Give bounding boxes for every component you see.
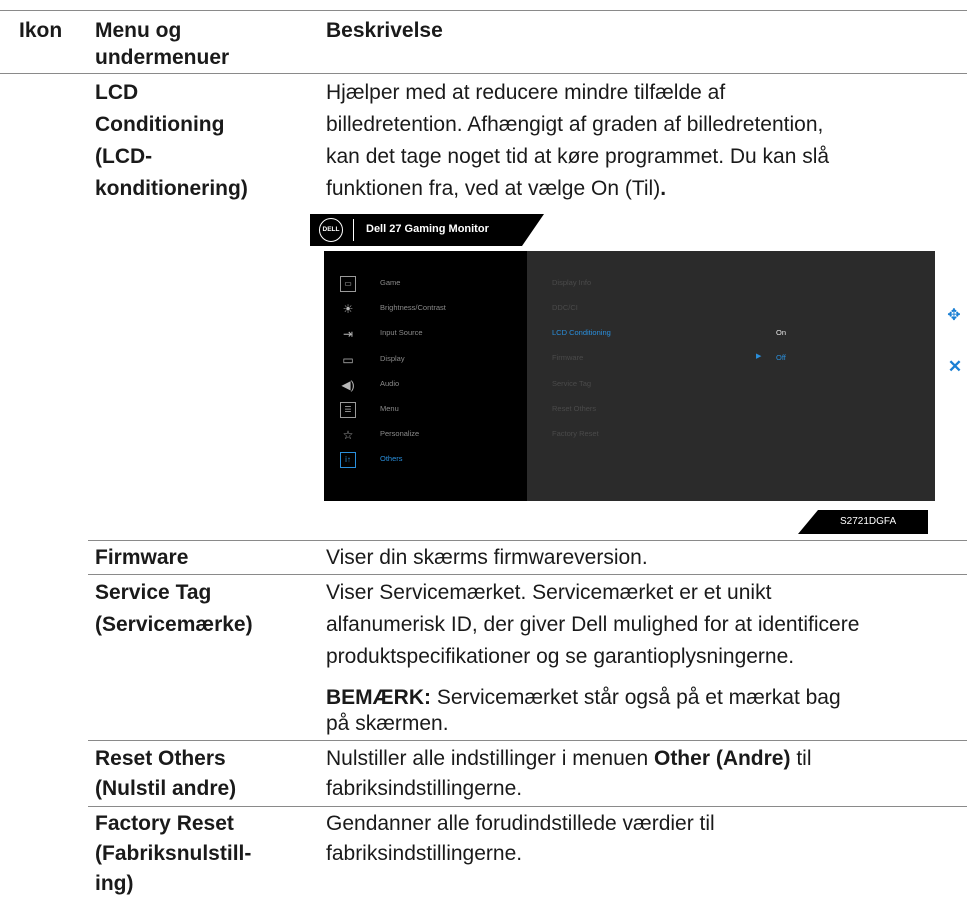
firmware-desc: Viser din skærms firmwareversion. <box>326 546 648 569</box>
header-bottom-rule <box>0 73 967 74</box>
osd-submenu-lcd-conditioning[interactable]: LCD Conditioning <box>552 328 611 337</box>
option-off[interactable]: Off <box>776 353 786 362</box>
service-tag-note-line2: på skærmen. <box>326 712 449 735</box>
lcd-desc-line2: billedretention. Afhængigt af graden af … <box>326 113 824 136</box>
header-description: Beskrivelse <box>326 19 443 42</box>
osd-menu-item-audio[interactable]: ◀) Audio <box>324 377 527 397</box>
lcd-desc-line3: kan det tage noget tid at køre programme… <box>326 145 830 168</box>
row-rule-firmware <box>88 540 967 541</box>
lcd-name-line2: Conditioning <box>95 113 225 136</box>
osd-submenu-reset-others[interactable]: Reset Others <box>552 404 596 413</box>
osd-menu-item-display[interactable]: ▭ Display <box>324 352 527 372</box>
model-name: S2721DGFA <box>840 516 897 527</box>
osd-menu-label: Others <box>380 454 403 463</box>
osd-submenu-ddc-ci[interactable]: DDC/CI <box>552 303 578 312</box>
osd-menu-item-menu[interactable]: ☰ Menu <box>324 402 527 422</box>
osd-menu-label: Personalize <box>380 429 420 438</box>
osd-submenu-panel: Display Info DDC/CI LCD Conditioning On … <box>527 251 935 501</box>
others-icon: i↑ <box>340 452 356 468</box>
factory-reset-name-line1: Factory Reset <box>95 812 234 835</box>
table-top-rule <box>0 10 967 11</box>
row-rule-factory-reset <box>88 806 967 807</box>
tab-separator <box>353 219 354 241</box>
reset-others-desc-line1: Nulstiller alle indstillinger i menuen O… <box>326 747 812 770</box>
osd-submenu-factory-reset[interactable]: Factory Reset <box>552 429 599 438</box>
game-icon: ▭ <box>340 276 356 292</box>
osd-menu-item-personalize[interactable]: ☆ Personalize <box>324 427 527 447</box>
osd-menu-item-brightness[interactable]: ☀ Brightness/Contrast <box>324 301 527 321</box>
osd-submenu-service-tag[interactable]: Service Tag <box>552 379 591 388</box>
reset-others-desc-line2: fabriksindstillingerne. <box>326 777 523 800</box>
osd-submenu-firmware[interactable]: Firmware <box>552 353 583 362</box>
osd-title-tab: DELL Dell 27 Gaming Monitor <box>310 214 544 246</box>
factory-reset-desc-line1: Gendanner alle forudindstillede værdier … <box>326 812 715 835</box>
reset-others-name-line2: (Nulstil andre) <box>95 777 237 800</box>
header-menu-line2: undermenuer <box>95 46 230 69</box>
service-tag-name-line2: (Servicemærke) <box>95 613 253 636</box>
firmware-name: Firmware <box>95 546 189 569</box>
reset-others-name-line1: Reset Others <box>95 747 226 770</box>
star-icon: ☆ <box>342 428 354 442</box>
option-on[interactable]: On <box>776 328 786 337</box>
audio-icon: ◀) <box>341 378 355 392</box>
input-source-icon: ⇥ <box>342 327 354 341</box>
display-icon: ▭ <box>342 353 354 367</box>
selection-arrow-icon: ▶ <box>756 353 762 360</box>
row-rule-service-tag <box>88 574 967 575</box>
lcd-name-line4: konditionering) <box>95 177 248 200</box>
osd-submenu-display-info[interactable]: Display Info <box>552 278 591 287</box>
header-menu-line1: Menu og <box>95 19 182 42</box>
service-tag-desc-line2: alfanumerisk ID, der giver Dell mulighed… <box>326 613 860 636</box>
osd-menu-label: Brightness/Contrast <box>380 303 446 312</box>
osd-menu-label: Game <box>380 278 401 287</box>
osd-title: Dell 27 Gaming Monitor <box>366 223 489 235</box>
close-icon[interactable]: ✕ <box>945 357 965 377</box>
dell-logo-icon: DELL <box>319 218 343 242</box>
osd-menu-item-game[interactable]: ▭ Game <box>324 276 527 296</box>
factory-reset-name-line2: (Fabriksnulstill- <box>95 842 252 865</box>
row-rule-reset-others <box>88 740 967 741</box>
menu-icon: ☰ <box>340 402 356 418</box>
header-icon: Ikon <box>19 19 63 42</box>
osd-menu-item-input-source[interactable]: ⇥ Input Source <box>324 326 527 346</box>
lcd-name-line1: LCD <box>95 81 139 104</box>
lcd-name-line3: (LCD- <box>95 145 153 168</box>
service-tag-desc-line3: produktspecifikationer og se garantioply… <box>326 645 795 668</box>
osd-menu-label: Display <box>380 354 405 363</box>
lcd-desc-line1: Hjælper med at reducere mindre tilfælde … <box>326 81 726 104</box>
lcd-desc-line4: funktionen fra, ved at vælge On (Til). <box>326 177 667 200</box>
osd-menu-window: ▭ Game ☀ Brightness/Contrast ⇥ Input Sou… <box>324 251 935 501</box>
model-tag: S2721DGFA <box>798 510 928 534</box>
osd-menu-label: Menu <box>380 404 399 413</box>
factory-reset-name-line3: ing) <box>95 872 134 895</box>
brightness-icon: ☀ <box>342 302 354 316</box>
osd-menu-label: Input Source <box>380 328 423 337</box>
factory-reset-desc-line2: fabriksindstillingerne. <box>326 842 523 865</box>
osd-menu-item-others[interactable]: i↑ Others <box>324 452 527 472</box>
service-tag-desc-line1: Viser Servicemærket. Servicemærket er et… <box>326 581 772 604</box>
osd-main-menu: ▭ Game ☀ Brightness/Contrast ⇥ Input Sou… <box>324 251 527 501</box>
navigation-arrows-icon[interactable]: ✥ <box>944 306 964 326</box>
service-tag-name-line1: Service Tag <box>95 581 212 604</box>
osd-menu-label: Audio <box>380 379 400 388</box>
